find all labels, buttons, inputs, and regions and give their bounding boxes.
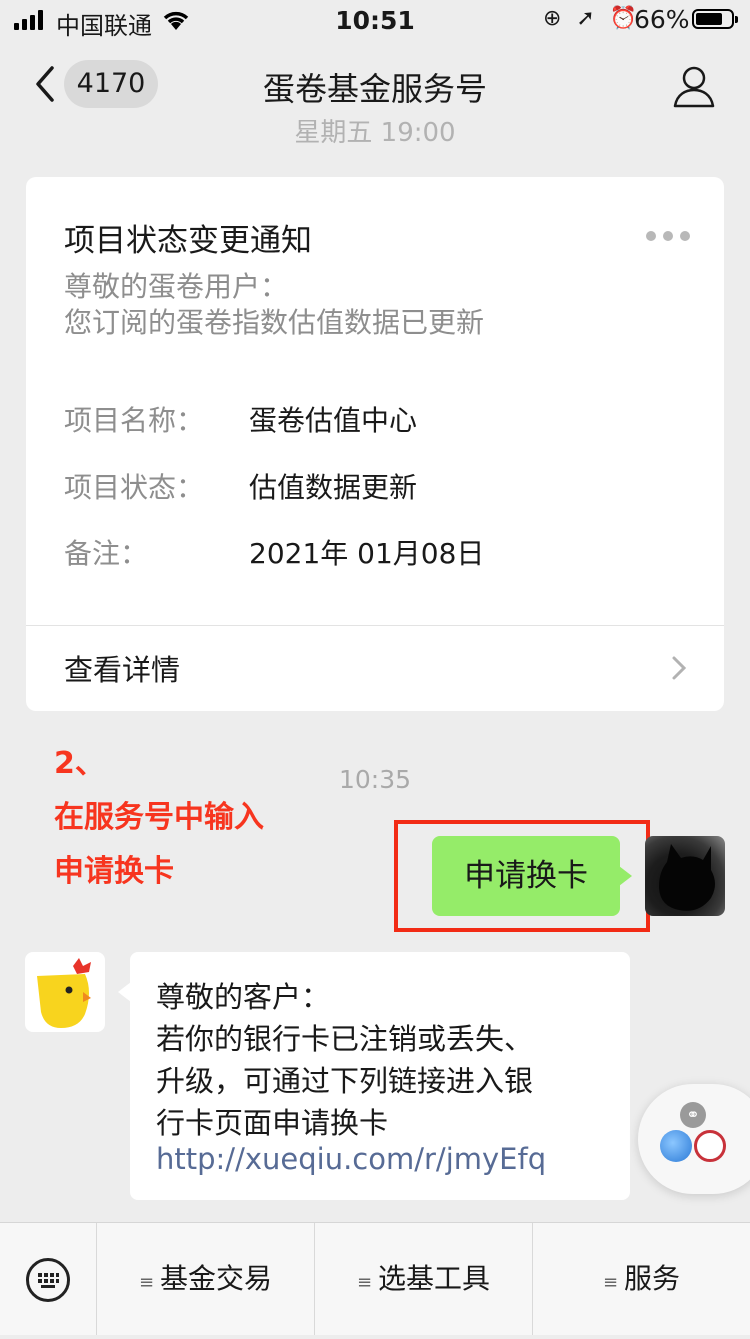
chevron-right-icon [672, 656, 687, 680]
cat-silhouette-icon [659, 844, 715, 911]
menu-item-fund-tools[interactable]: ≡ 选基工具 [315, 1223, 533, 1335]
field-label: 项目状态： [64, 471, 205, 504]
message-line: 若你的银行卡已注销或丢失、 [156, 1022, 534, 1056]
service-avatar[interactable] [25, 952, 105, 1032]
card-greeting: 尊敬的蛋卷用户： 您订阅的蛋卷指数估值数据已更新 [64, 269, 484, 341]
field-label: 备注： [64, 537, 149, 570]
status-bar: 中国联通 10:51 ⊕ ➚ ⏰ 66% [0, 0, 750, 44]
message-timestamp: 星期五 19:00 [294, 118, 456, 144]
field-value: 蛋卷估值中心 [249, 404, 418, 437]
menu-lines-icon: ≡ [602, 1272, 619, 1293]
menu-item-service[interactable]: ≡ 服务 [533, 1223, 750, 1335]
keyboard-icon [26, 1258, 70, 1302]
menu-lines-icon: ≡ [356, 1272, 373, 1293]
field-value: 2021年 01月08日 [249, 537, 485, 570]
user-avatar[interactable] [645, 836, 725, 916]
sent-message-bubble[interactable]: 申请换卡 [432, 836, 632, 916]
globe-icon [660, 1130, 692, 1162]
keyboard-toggle-button[interactable] [0, 1223, 97, 1335]
received-message-bubble[interactable]: 尊敬的客户： 若你的银行卡已注销或丢失、 升级，可通过下列链接进入银 行卡页面申… [118, 952, 630, 1200]
battery-percentage: 66% [634, 5, 690, 34]
more-options-icon[interactable] [646, 231, 690, 241]
floating-link-button[interactable]: ⚭ [638, 1084, 750, 1194]
bottom-menu: ≡ 基金交易 ≡ 选基工具 ≡ 服务 [0, 1222, 750, 1335]
chick-logo-icon [37, 958, 91, 1028]
greeting-line: 您订阅的蛋卷指数估值数据已更新 [64, 306, 485, 339]
battery-icon [692, 9, 738, 29]
field-value: 估值数据更新 [249, 471, 418, 504]
field-label: 项目名称： [64, 404, 205, 437]
link-icon: ⚭ [680, 1102, 706, 1128]
status-indicators-icon: ⊕ ➚ ⏰ [543, 6, 642, 31]
menu-item-label: 基金交易 [160, 1262, 273, 1295]
reply-link[interactable]: http://xueqiu.com/r/jmyEfq [156, 1142, 546, 1176]
menu-item-label: 选基工具 [378, 1262, 491, 1295]
chat-title: 蛋卷基金服务号 [262, 70, 487, 108]
message-timestamp: 10:35 [338, 765, 412, 794]
view-details-link[interactable]: 查看详情 [64, 647, 180, 689]
notification-card[interactable]: 项目状态变更通知 尊敬的蛋卷用户： 您订阅的蛋卷指数估值数据已更新 项目名称： … [26, 177, 724, 711]
seal-icon [694, 1130, 726, 1162]
annotation-text: 申请换卡 [54, 854, 174, 889]
menu-item-fund-trading[interactable]: ≡ 基金交易 [97, 1223, 315, 1335]
greeting-line: 尊敬的蛋卷用户： [64, 270, 289, 303]
menu-lines-icon: ≡ [138, 1272, 155, 1293]
annotation-text: 在服务号中输入 [54, 800, 264, 835]
message-line: 升级，可通过下列链接进入银 [156, 1064, 534, 1098]
message-line: 行卡页面申请换卡 [156, 1106, 389, 1140]
card-title: 项目状态变更通知 [64, 223, 312, 259]
message-line: 尊敬的客户： [156, 980, 331, 1014]
profile-icon[interactable] [672, 64, 716, 108]
menu-item-label: 服务 [624, 1262, 681, 1295]
card-divider [26, 625, 724, 626]
